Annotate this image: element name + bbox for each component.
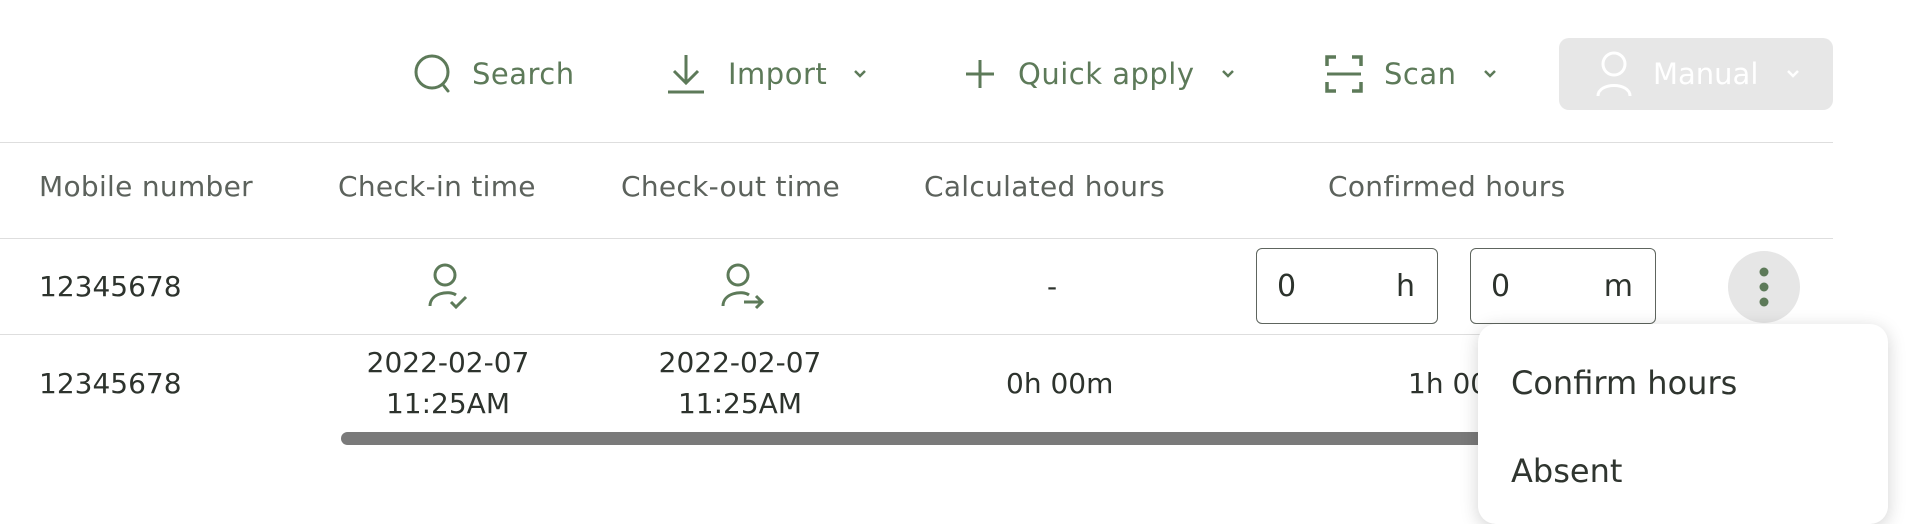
row2-check-in-time: 2022-02-07 11:25AM xyxy=(358,342,538,424)
toolbar: Search Import Quick apply Scan Manual xyxy=(0,0,1906,145)
hours-value: 0 xyxy=(1277,269,1297,304)
check-in-clock: 11:25AM xyxy=(385,387,510,420)
options-menu: Confirm hours Absent xyxy=(1478,324,1888,524)
chevron-down-icon xyxy=(1786,69,1800,79)
search-label: Search xyxy=(472,57,575,91)
person-check-icon[interactable] xyxy=(427,262,469,314)
quick-apply-label: Quick apply xyxy=(1018,57,1195,91)
hours-unit: h xyxy=(1395,269,1415,304)
hours-input[interactable]: 0 h xyxy=(1256,248,1438,324)
divider xyxy=(0,142,1833,143)
header-calculated-hours: Calculated hours xyxy=(924,170,1165,203)
check-out-clock: 11:25AM xyxy=(677,387,802,420)
scan-label: Scan xyxy=(1384,57,1457,91)
import-label: Import xyxy=(728,57,828,91)
row2-confirmed-hours: 1h 00 xyxy=(1408,367,1489,400)
minutes-unit: m xyxy=(1603,269,1633,304)
check-in-date: 2022-02-07 xyxy=(366,346,530,379)
row2-calculated-hours: 0h 00m xyxy=(1006,367,1114,400)
minutes-value: 0 xyxy=(1491,269,1511,304)
import-button[interactable]: Import xyxy=(664,52,867,96)
quick-apply-button[interactable]: Quick apply xyxy=(962,52,1235,96)
horizontal-scrollbar[interactable] xyxy=(341,432,1501,445)
header-confirmed-hours: Confirmed hours xyxy=(1328,170,1566,203)
row1-calculated-hours: - xyxy=(1047,270,1058,303)
check-out-date: 2022-02-07 xyxy=(658,346,822,379)
row1-mobile-number: 12345678 xyxy=(39,270,182,303)
row2-mobile-number: 12345678 xyxy=(39,367,182,400)
person-arrow-icon[interactable] xyxy=(720,262,766,314)
minutes-input[interactable]: 0 m xyxy=(1470,248,1656,324)
plus-icon xyxy=(962,56,998,92)
download-icon xyxy=(664,52,708,96)
manual-label: Manual xyxy=(1653,57,1759,91)
manual-button[interactable]: Manual xyxy=(1559,38,1833,110)
divider xyxy=(0,238,1833,239)
header-mobile-number: Mobile number xyxy=(39,170,253,203)
header-check-out-time: Check-out time xyxy=(621,170,840,203)
scan-button[interactable]: Scan xyxy=(1324,52,1497,96)
header-check-in-time: Check-in time xyxy=(338,170,536,203)
more-vertical-icon xyxy=(1759,267,1769,307)
chevron-down-icon xyxy=(1483,69,1497,79)
chevron-down-icon xyxy=(1221,69,1235,79)
user-icon xyxy=(1595,50,1633,98)
more-options-button[interactable] xyxy=(1728,251,1800,323)
menu-item-absent[interactable]: Absent xyxy=(1511,452,1622,490)
scan-icon xyxy=(1324,54,1364,94)
chevron-down-icon xyxy=(853,69,867,79)
row2-check-out-time: 2022-02-07 11:25AM xyxy=(650,342,830,424)
search-icon xyxy=(412,52,456,96)
search-button[interactable]: Search xyxy=(412,52,575,96)
menu-item-confirm-hours[interactable]: Confirm hours xyxy=(1511,364,1737,402)
